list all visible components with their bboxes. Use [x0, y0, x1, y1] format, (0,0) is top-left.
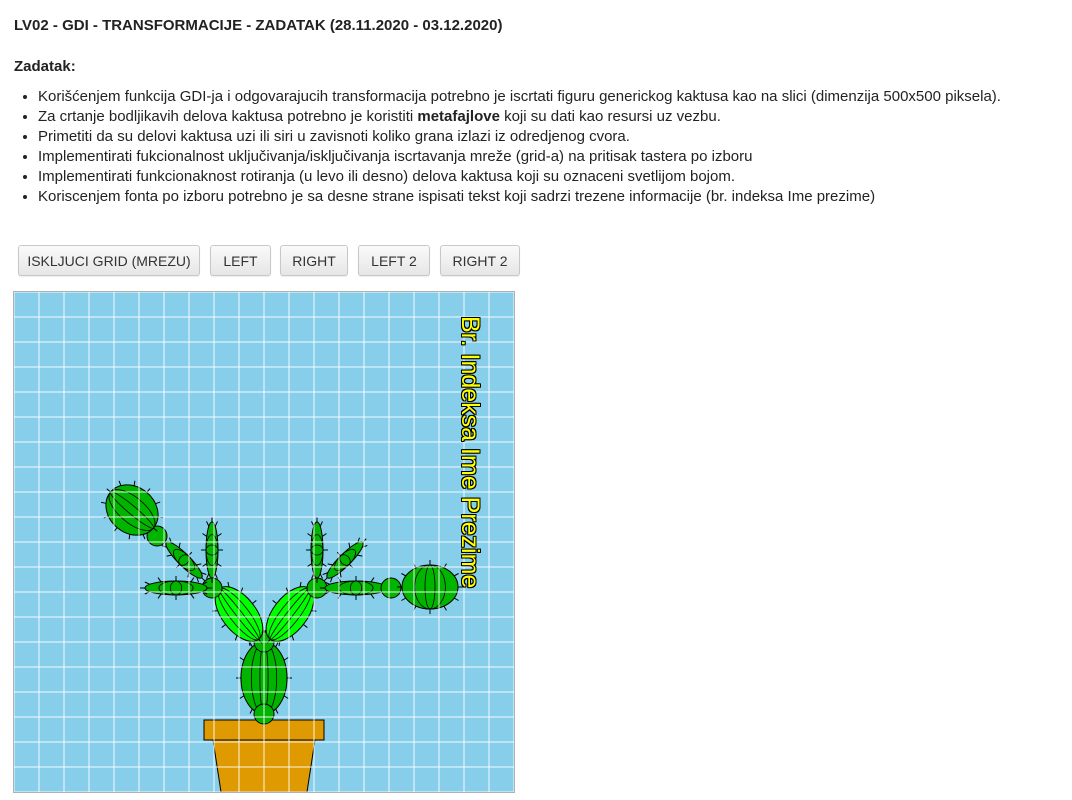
task-item: Za crtanje bodljikavih delova kaktusa po…	[38, 107, 1072, 127]
rotate-right-2-button[interactable]: RIGHT 2	[440, 245, 520, 276]
grid-lines	[14, 292, 514, 792]
task-item: Primetiti da su delovi kaktusa uzi ili s…	[38, 127, 1072, 147]
task-list: Korišćenjem funkcija GDI-ja i odgovaraju…	[22, 87, 1072, 207]
rotate-right-button[interactable]: RIGHT	[280, 245, 348, 276]
metafile-keyword: metafajlove	[417, 108, 500, 125]
cactus-figure	[100, 480, 463, 792]
rotate-left-2-button[interactable]: LEFT 2	[358, 245, 430, 276]
task-item: Korišćenjem funkcija GDI-ja i odgovaraju…	[38, 87, 1072, 107]
cactus-canvas[interactable]: Br. Indeksa Ime Prezime	[13, 291, 515, 793]
cactus-arm	[322, 537, 368, 583]
cactus-arm	[306, 517, 328, 583]
cactus-node	[380, 577, 402, 599]
cactus-head	[397, 560, 463, 614]
student-info-label: Br. Indeksa Ime Prezime	[456, 316, 484, 589]
cactus-drawing	[14, 292, 514, 792]
task-item: Koriscenjem fonta po izboru potrebno je …	[38, 187, 1072, 207]
page-title: LV02 - GDI - TRANSFORMACIJE - ZADATAK (2…	[14, 17, 503, 34]
rotate-left-button[interactable]: LEFT	[210, 245, 271, 276]
cactus-arm	[201, 517, 223, 583]
task-heading: Zadatak:	[14, 58, 76, 75]
task-item: Implementirati funkcionaknost rotiranja …	[38, 167, 1072, 187]
cactus-arm	[140, 576, 212, 600]
toggle-grid-button[interactable]: ISKLJUCI GRID (MREZU)	[18, 245, 200, 276]
task-item: Implementirati fukcionalnost uključivanj…	[38, 147, 1072, 167]
page: LV02 - GDI - TRANSFORMACIJE - ZADATAK (2…	[0, 0, 1072, 800]
